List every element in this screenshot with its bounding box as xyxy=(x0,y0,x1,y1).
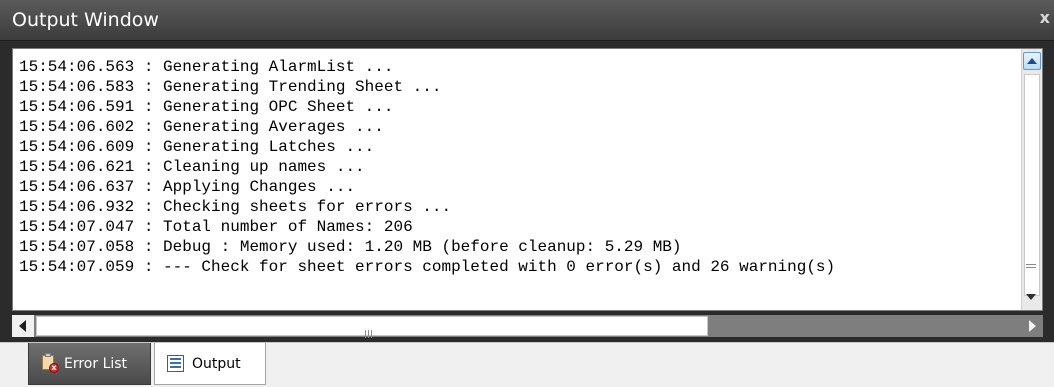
window-title: Output Window xyxy=(12,9,159,31)
tab-output[interactable]: Output xyxy=(154,343,266,385)
grip-icon xyxy=(365,323,375,338)
grip-icon xyxy=(1024,262,1038,272)
close-icon[interactable]: x xyxy=(1040,8,1050,27)
tab-error-list[interactable]: x Error List xyxy=(28,343,151,385)
log-line: 15:54:06.637 : Applying Changes ... xyxy=(19,178,356,196)
tab-label: Output xyxy=(192,355,241,372)
log-line: 15:54:06.591 : Generating OPC Sheet ... xyxy=(19,98,394,116)
log-line: 15:54:06.621 : Cleaning up names ... xyxy=(19,158,365,176)
log-line: 15:54:07.058 : Debug : Memory used: 1.20… xyxy=(19,238,682,256)
tab-strip: x Error List Output xyxy=(0,342,1054,387)
log-line: 15:54:06.583 : Generating Trending Sheet… xyxy=(19,78,442,96)
log-line: 15:54:06.932 : Checking sheets for error… xyxy=(19,198,452,216)
output-window: Output Window x 15:54:06.563 : Generatin… xyxy=(0,0,1054,387)
log-line: 15:54:06.563 : Generating AlarmList ... xyxy=(19,58,394,76)
horizontal-scrollbar[interactable] xyxy=(12,315,1043,338)
title-bar: Output Window x xyxy=(0,0,1054,41)
scroll-up-icon[interactable] xyxy=(1023,52,1041,70)
log-line: 15:54:07.059 : --- Check for sheet error… xyxy=(19,258,836,276)
horizontal-scroll-thumb[interactable] xyxy=(36,316,708,338)
scroll-left-icon[interactable] xyxy=(12,315,34,337)
log-line: 15:54:07.047 : Total number of Names: 20… xyxy=(19,218,413,236)
log-list: 15:54:06.563 : Generating AlarmList ... 1… xyxy=(19,57,1020,310)
log-pane[interactable]: 15:54:06.563 : Generating AlarmList ... 1… xyxy=(12,48,1043,311)
vertical-scrollbar[interactable] xyxy=(1021,49,1042,310)
error-list-icon: x xyxy=(41,352,59,373)
output-icon xyxy=(167,355,184,372)
log-line: 15:54:06.609 : Generating Latches ... xyxy=(19,138,375,156)
scroll-down-icon[interactable] xyxy=(1023,288,1041,306)
tab-label: Error List xyxy=(64,355,128,372)
log-line: 15:54:06.602 : Generating Averages ... xyxy=(19,118,384,136)
scroll-right-icon[interactable] xyxy=(1021,315,1043,337)
